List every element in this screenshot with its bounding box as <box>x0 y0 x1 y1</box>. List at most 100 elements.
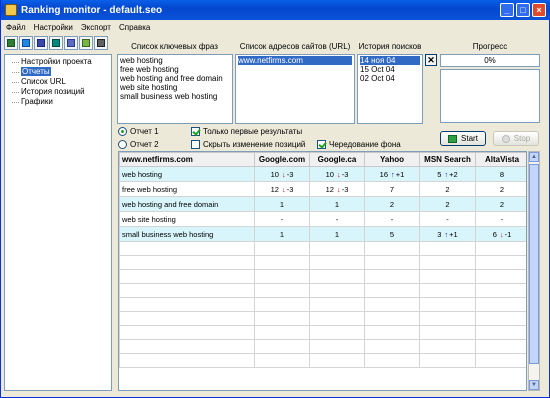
keyword-item[interactable]: web site hosting <box>120 83 230 92</box>
empty-cell <box>309 283 365 298</box>
empty-cell <box>254 297 310 312</box>
progress-log <box>440 69 540 123</box>
history-list[interactable]: 14 ноя 04 15 Oct 04 02 Oct 04 <box>357 54 423 124</box>
empty-cell <box>254 339 310 354</box>
rank-value: 2 <box>445 184 450 194</box>
history-item[interactable]: 15 Oct 04 <box>360 65 420 74</box>
empty-cell <box>119 325 255 340</box>
rank-value: - <box>446 214 449 224</box>
column-header-yahoo[interactable]: Yahoo <box>364 152 420 167</box>
print-button[interactable] <box>94 36 108 50</box>
alternate-bg-checkbox[interactable]: Чередование фона <box>317 140 401 149</box>
tree-item-reports[interactable]: Отчеты <box>5 67 111 77</box>
table-row[interactable]: web hosting and free domain 1 1 2 2 2 <box>119 196 526 212</box>
empty-cell <box>364 269 420 284</box>
run-button[interactable] <box>49 36 63 50</box>
column-header-msn-search[interactable]: MSN Search <box>419 152 476 167</box>
scroll-thumb[interactable] <box>529 164 539 364</box>
radio-unchecked <box>118 140 127 149</box>
empty-row <box>119 353 526 368</box>
urls-list[interactable]: www.netfirms.com <box>235 54 355 124</box>
empty-cell <box>254 353 310 368</box>
menu-file[interactable]: Файл <box>2 23 30 32</box>
column-header-site[interactable]: www.netfirms.com <box>119 152 255 167</box>
report-button[interactable] <box>64 36 78 50</box>
rank-value: 6 <box>492 229 497 239</box>
hide-changes-checkbox[interactable]: Скрыть изменение позиций <box>191 140 305 149</box>
table-row[interactable]: free web hosting 12 ↓-3 12 ↓-3 7 2 2 <box>119 181 526 197</box>
rank-value: - <box>280 214 284 224</box>
rank-value: 2 <box>499 184 505 194</box>
history-item[interactable]: 02 Oct 04 <box>360 74 420 83</box>
keywords-list[interactable]: web hosting free web hosting web hosting… <box>117 54 233 124</box>
window-title: Ranking monitor - default.seo <box>21 4 163 16</box>
empty-cell <box>419 297 476 312</box>
stop-button[interactable]: Stop <box>493 131 539 146</box>
title-bar[interactable]: Ranking monitor - default.seo _ □ × <box>1 0 550 20</box>
keyword-item[interactable]: web hosting <box>120 56 230 65</box>
rank-cell: 2 <box>419 196 476 212</box>
empty-cell <box>475 255 526 270</box>
column-header-google-ca[interactable]: Google.ca <box>309 152 365 167</box>
empty-row <box>119 283 526 298</box>
empty-cell <box>119 353 255 368</box>
empty-row <box>119 241 526 256</box>
empty-cell <box>364 353 420 368</box>
rank-value: 8 <box>499 169 505 179</box>
tree-item-graphs[interactable]: Графики <box>5 97 111 107</box>
print-icon <box>97 39 105 47</box>
menu-export[interactable]: Экспорт <box>77 23 115 32</box>
open-button[interactable] <box>19 36 33 50</box>
keyword-item[interactable]: small business web hosting <box>120 92 230 101</box>
table-row[interactable]: web hosting 10 ↓-3 10 ↓-3 16 ↑+1 5 ↑+2 8 <box>119 166 526 182</box>
scroll-up-icon[interactable]: ▲ <box>529 152 539 162</box>
empty-cell <box>475 269 526 284</box>
url-item[interactable]: www.netfirms.com <box>238 56 352 65</box>
empty-cell <box>309 311 365 326</box>
tree-item-url-list[interactable]: Список URL <box>5 77 111 87</box>
maximize-button[interactable]: □ <box>516 3 530 17</box>
vertical-scrollbar[interactable]: ▲ ▼ <box>528 151 540 391</box>
empty-cell <box>419 269 476 284</box>
table-row[interactable]: web site hosting - - - - - <box>119 211 526 227</box>
new-button[interactable] <box>4 36 18 50</box>
keyword-cell: small business web hosting <box>119 226 255 242</box>
export-button[interactable] <box>79 36 93 50</box>
rank-value: - <box>500 214 504 224</box>
rank-value: 12 <box>325 184 334 194</box>
report1-radio[interactable]: Отчет 1 <box>118 127 159 136</box>
empty-cell <box>309 297 365 312</box>
tree-item-project-settings[interactable]: Настройки проекта <box>5 57 111 67</box>
empty-cell <box>254 241 310 256</box>
column-header-google-com[interactable]: Google.com <box>254 152 310 167</box>
empty-cell <box>309 255 365 270</box>
export-icon <box>82 39 90 47</box>
history-item[interactable]: 14 ноя 04 <box>360 56 420 65</box>
delete-history-button[interactable]: ✕ <box>425 54 437 66</box>
tree-item-position-history[interactable]: История позиций <box>5 87 111 97</box>
empty-cell <box>119 283 255 298</box>
rank-value: 10 <box>325 169 334 179</box>
rank-value: free web hosting <box>122 184 178 194</box>
empty-cell <box>419 325 476 340</box>
close-button[interactable]: × <box>532 3 546 17</box>
empty-cell <box>364 241 420 256</box>
start-button[interactable]: Start <box>440 131 486 146</box>
report2-radio[interactable]: Отчет 2 <box>118 140 159 149</box>
minimize-button[interactable]: _ <box>500 3 514 17</box>
menu-settings[interactable]: Настройки <box>30 23 77 32</box>
arrow-down-icon: ↓ <box>499 229 504 239</box>
first-results-checkbox[interactable]: Только первые результаты <box>191 127 302 136</box>
keyword-item[interactable]: free web hosting <box>120 65 230 74</box>
rank-value: 5 <box>389 229 395 239</box>
keyword-cell: free web hosting <box>119 181 255 197</box>
menu-help[interactable]: Справка <box>115 23 154 32</box>
scroll-down-icon[interactable]: ▼ <box>529 380 539 390</box>
table-row[interactable]: small business web hosting 1 1 5 3 ↑+1 6 ↓-1 <box>119 226 526 242</box>
empty-cell <box>254 283 310 298</box>
column-header-altavista[interactable]: AltaVista <box>475 152 526 167</box>
save-button[interactable] <box>34 36 48 50</box>
arrow-down-icon: ↓ <box>336 184 341 194</box>
rank-change: -3 <box>286 184 294 194</box>
keyword-item[interactable]: web hosting and free domain <box>120 74 230 83</box>
